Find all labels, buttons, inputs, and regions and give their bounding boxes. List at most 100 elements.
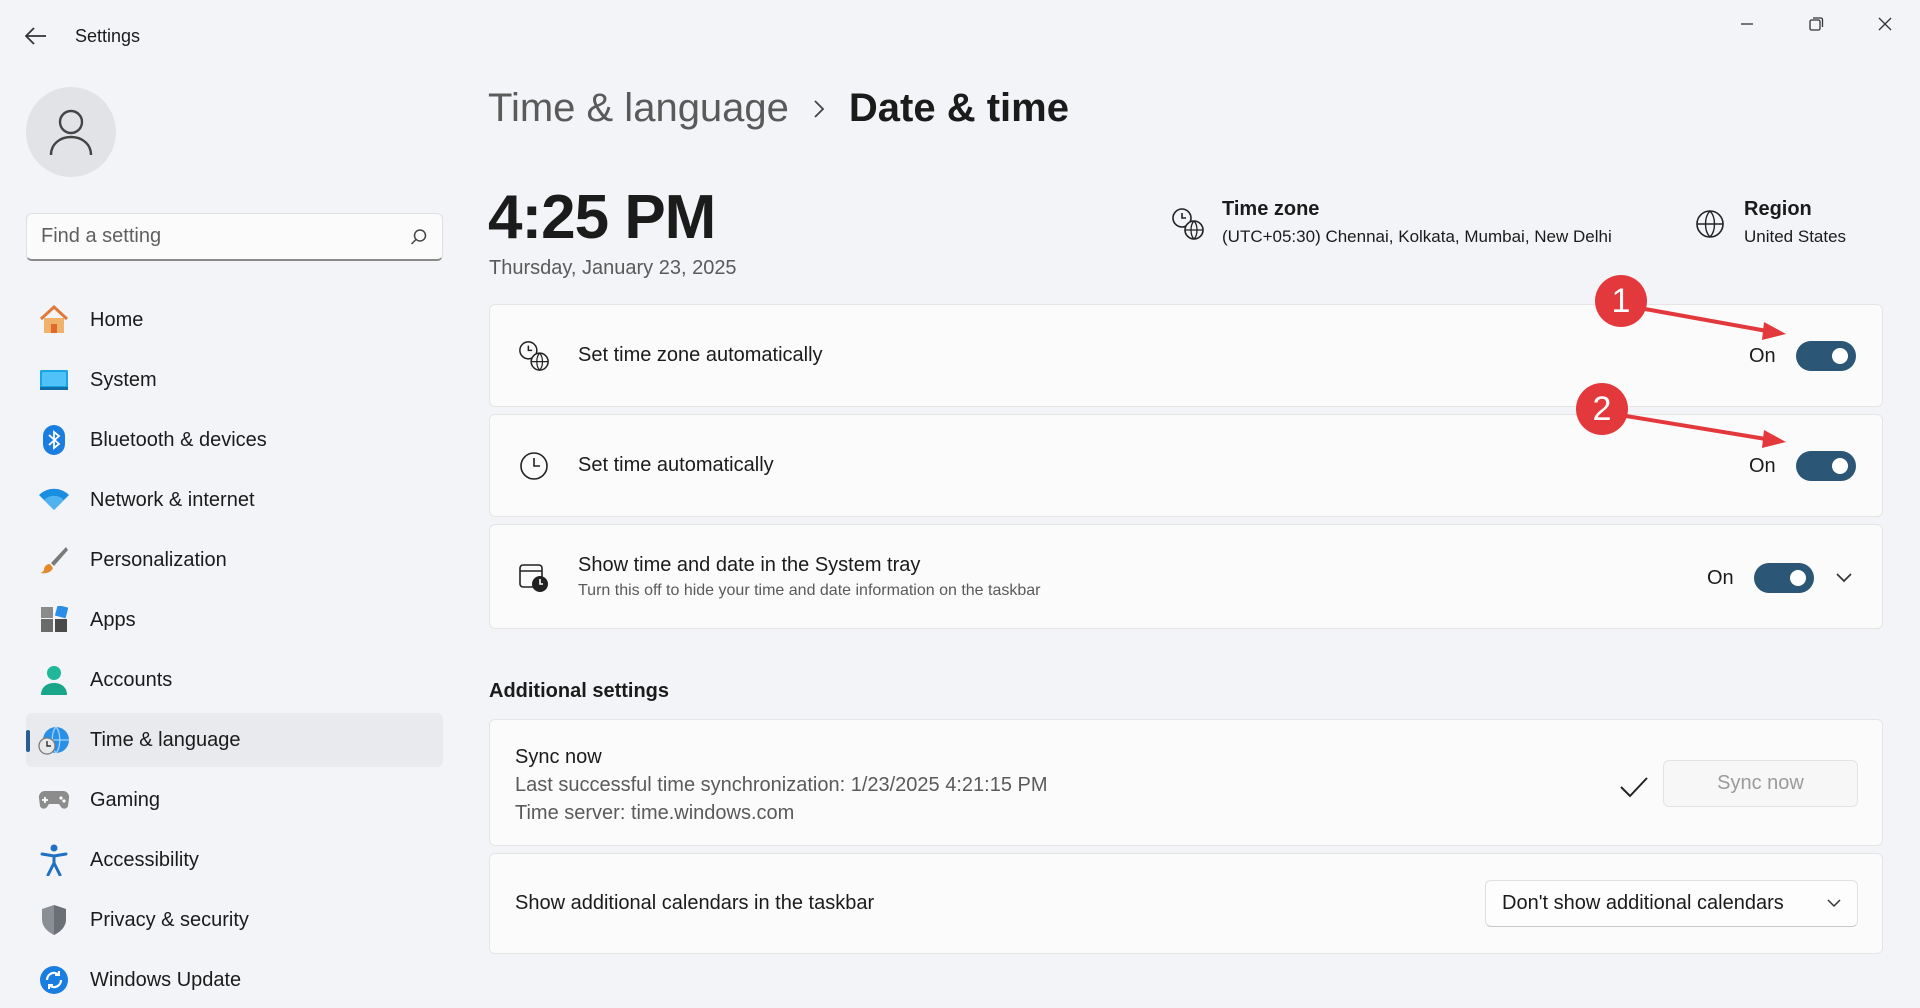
minimize-button[interactable] xyxy=(1724,10,1770,38)
setting-system-tray[interactable]: Show time and date in the System tray Tu… xyxy=(489,524,1883,629)
sidebar-item-accessibility[interactable]: Accessibility xyxy=(26,833,443,887)
close-button[interactable] xyxy=(1862,10,1908,38)
home-icon xyxy=(38,304,70,336)
sidebar-item-label: Time & language xyxy=(90,728,241,751)
sidebar-item-bluetooth[interactable]: Bluetooth & devices xyxy=(26,413,443,467)
timezone-globe-icon xyxy=(518,340,550,372)
region-title: Region xyxy=(1744,198,1812,220)
timezone-title: Time zone xyxy=(1222,198,1320,220)
sidebar-item-label: Gaming xyxy=(90,788,161,811)
back-arrow-icon xyxy=(25,27,46,45)
timezone-info: Time zone (UTC+05:30) Chennai, Kolkata, … xyxy=(1170,198,1612,247)
wifi-icon xyxy=(38,484,70,516)
sidebar-item-gaming[interactable]: Gaming xyxy=(26,773,443,827)
sidebar-item-label: System xyxy=(90,368,157,391)
globe-clock-icon xyxy=(38,724,70,756)
brush-icon xyxy=(38,544,70,576)
sidebar-item-label: Accessibility xyxy=(90,848,199,871)
setting-label: Set time zone automatically xyxy=(578,344,823,366)
sidebar-item-system[interactable]: System xyxy=(26,353,443,407)
current-date: Thursday, January 23, 2025 xyxy=(489,257,737,279)
setting-description: Turn this off to hide your time and date… xyxy=(578,582,1041,599)
timezone-value: (UTC+05:30) Chennai, Kolkata, Mumbai, Ne… xyxy=(1222,227,1612,246)
system-icon xyxy=(38,364,70,396)
annotation-badge-1: 1 xyxy=(1595,275,1647,327)
annotation-badge-2: 2 xyxy=(1576,383,1628,435)
breadcrumb: Time & language Date & time xyxy=(488,86,1069,131)
setting-label: Set time automatically xyxy=(578,454,774,476)
setting-label: Show additional calendars in the taskbar xyxy=(515,892,875,914)
current-time: 4:25 PM xyxy=(488,183,716,252)
clock-icon xyxy=(518,450,550,482)
calendar-dropdown[interactable]: Don't show additional calendars xyxy=(1485,880,1858,927)
sidebar-item-windows-update[interactable]: Windows Update xyxy=(26,953,443,1007)
sidebar-item-home[interactable]: Home xyxy=(26,293,443,347)
last-sync-text: Last successful time synchronization: 1/… xyxy=(515,774,1048,796)
search-icon[interactable] xyxy=(410,228,428,246)
setting-label: Show time and date in the System tray xyxy=(578,554,921,576)
time-auto-toggle-group: On xyxy=(1749,451,1856,481)
page-title: Date & time xyxy=(848,86,1069,130)
sync-title: Sync now xyxy=(515,746,602,768)
sidebar-item-time-language[interactable]: Time & language xyxy=(26,713,443,767)
minimize-icon xyxy=(1741,23,1753,25)
apps-icon xyxy=(38,604,70,636)
sidebar-item-label: Apps xyxy=(90,608,136,631)
sidebar-item-label: Personalization xyxy=(90,548,227,571)
globe-icon xyxy=(1692,206,1728,242)
user-avatar[interactable] xyxy=(26,87,116,177)
dropdown-selected-value: Don't show additional calendars xyxy=(1502,892,1784,914)
app-title: Settings xyxy=(75,26,141,46)
gamepad-icon xyxy=(38,784,70,816)
search-box[interactable] xyxy=(26,213,443,261)
calendar-clock-icon xyxy=(518,562,550,594)
bluetooth-icon xyxy=(38,424,70,456)
sidebar-item-label: Home xyxy=(90,308,144,331)
sidebar-item-label: Bluetooth & devices xyxy=(90,428,267,451)
sidebar-item-label: Network & internet xyxy=(90,488,255,511)
toggle-state-label: On xyxy=(1707,566,1734,589)
sidebar-item-network[interactable]: Network & internet xyxy=(26,473,443,527)
toggle-state-label: On xyxy=(1749,454,1776,477)
additional-calendars-card: Show additional calendars in the taskbar… xyxy=(489,853,1883,954)
search-input[interactable] xyxy=(41,225,410,248)
system-tray-toggle-group: On xyxy=(1707,563,1814,593)
title-bar: Settings xyxy=(0,0,1920,72)
checkmark-icon xyxy=(1617,770,1651,804)
shield-icon xyxy=(38,904,70,936)
sidebar-item-label: Windows Update xyxy=(90,968,242,991)
chevron-down-icon xyxy=(1827,895,1841,913)
update-icon xyxy=(38,964,70,996)
sidebar-item-label: Accounts xyxy=(90,668,173,691)
chevron-right-icon xyxy=(813,99,825,119)
sidebar-item-label: Privacy & security xyxy=(90,908,249,931)
sidebar-item-privacy[interactable]: Privacy & security xyxy=(26,893,443,947)
account-icon xyxy=(38,664,70,696)
user-icon xyxy=(49,109,93,156)
setting-timezone-auto: Set time zone automatically On xyxy=(489,304,1883,407)
sync-now-card: Sync now Last successful time synchroniz… xyxy=(489,719,1883,846)
restore-button[interactable] xyxy=(1793,10,1839,38)
close-icon xyxy=(1878,17,1892,31)
timezone-globe-icon xyxy=(1170,206,1206,242)
restore-icon xyxy=(1809,17,1824,31)
chevron-down-icon[interactable] xyxy=(1830,564,1858,592)
timezone-auto-toggle[interactable] xyxy=(1795,341,1856,371)
region-info: Region United States xyxy=(1692,198,1846,247)
sidebar-item-personalization[interactable]: Personalization xyxy=(26,533,443,587)
sidebar-item-apps[interactable]: Apps xyxy=(26,593,443,647)
toggle-state-label: On xyxy=(1749,344,1776,367)
accessibility-icon xyxy=(38,844,70,876)
time-server-text: Time server: time.windows.com xyxy=(515,802,795,824)
timezone-auto-toggle-group: On xyxy=(1749,341,1856,371)
region-value: United States xyxy=(1744,227,1847,246)
back-button[interactable] xyxy=(20,22,52,50)
system-tray-toggle[interactable] xyxy=(1753,563,1814,593)
time-auto-toggle[interactable] xyxy=(1795,451,1856,481)
breadcrumb-parent[interactable]: Time & language xyxy=(488,86,789,131)
sidebar-nav: Home System Bluetooth & devices Network … xyxy=(26,293,443,1008)
setting-time-auto: Set time automatically On xyxy=(489,414,1883,517)
section-title: Additional settings xyxy=(489,680,669,702)
sync-now-button[interactable]: Sync now xyxy=(1663,760,1858,807)
sidebar-item-accounts[interactable]: Accounts xyxy=(26,653,443,707)
